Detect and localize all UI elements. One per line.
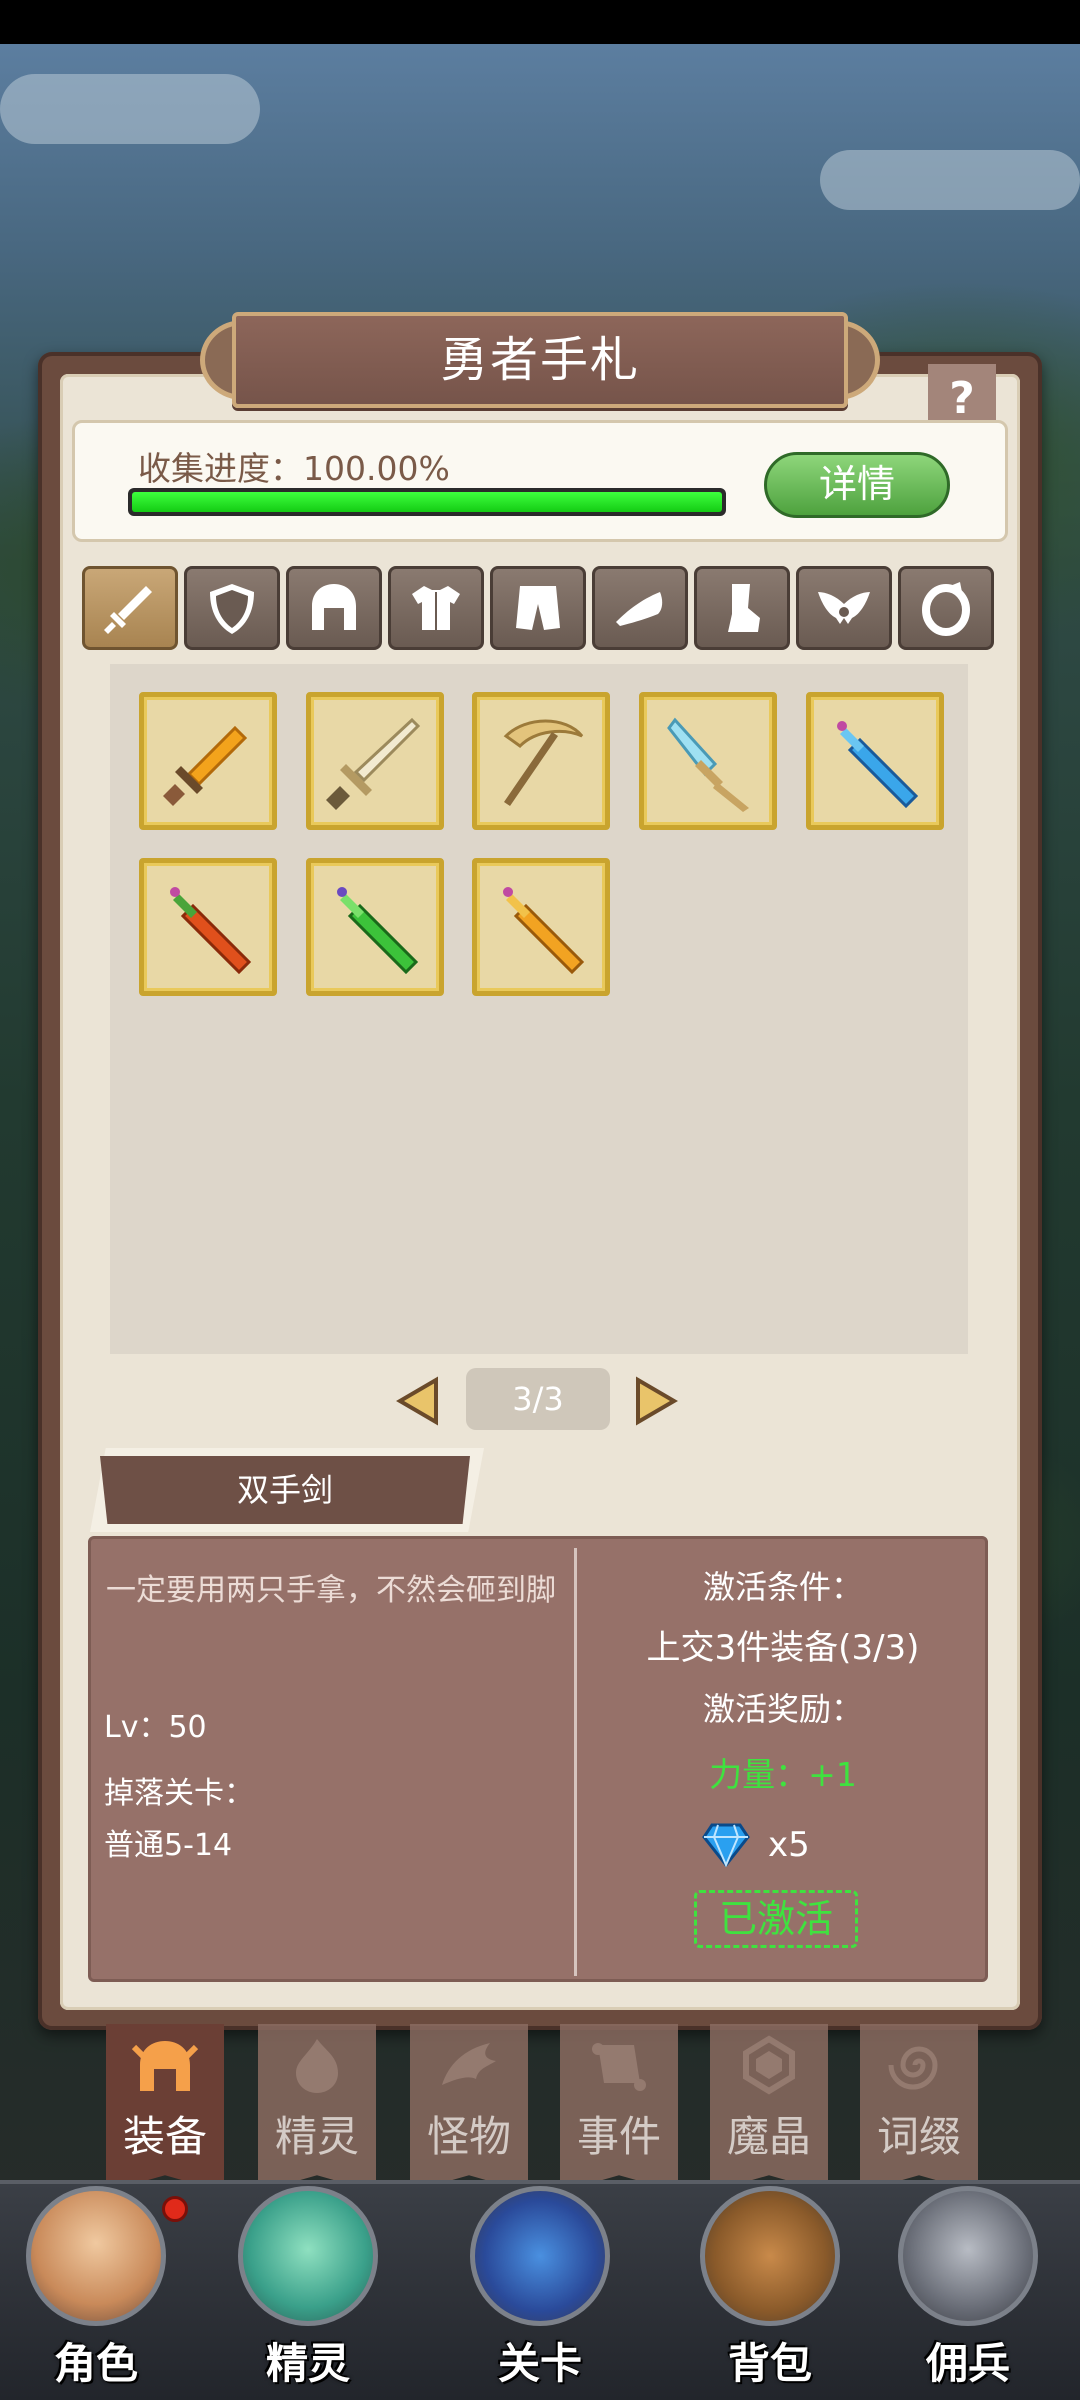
tab-event[interactable]: 事件 xyxy=(560,2024,678,2192)
progress-bar-fill xyxy=(132,492,722,512)
tab-label: 怪物 xyxy=(426,2112,511,2161)
tab-monster[interactable]: 怪物 xyxy=(410,2024,528,2192)
nav-label: 背包 xyxy=(727,2339,812,2388)
cloud xyxy=(820,150,1080,210)
golden-sword-icon xyxy=(163,725,248,806)
orange-crystal-sword-icon xyxy=(503,887,585,975)
tab-label: 词缀 xyxy=(876,2112,961,2161)
progress-bar xyxy=(128,488,726,516)
notification-badge xyxy=(162,2196,188,2222)
item-slot[interactable] xyxy=(306,858,444,996)
tab-wings[interactable] xyxy=(796,566,892,650)
wings-icon xyxy=(818,592,870,624)
helmet-icon xyxy=(312,584,356,630)
item-name: 双手剑 xyxy=(100,1456,470,1524)
tab-shoes[interactable] xyxy=(592,566,688,650)
tab-affix[interactable]: 词缀 xyxy=(860,2024,978,2192)
armor-icon xyxy=(412,586,460,630)
backpack-icon xyxy=(700,2186,840,2326)
swirl-icon xyxy=(888,2046,938,2090)
nav-spirit[interactable]: 精灵 xyxy=(218,2176,398,2396)
character-avatar-icon xyxy=(26,2186,166,2326)
item-slot[interactable] xyxy=(139,692,277,830)
tab-armor[interactable] xyxy=(388,566,484,650)
cloud xyxy=(0,74,260,144)
previous-page-arrow-icon[interactable] xyxy=(396,1376,440,1426)
pants-icon xyxy=(516,586,560,630)
activation-condition-label: 激活条件： xyxy=(702,1568,863,1606)
nav-character[interactable]: 角色 xyxy=(6,2176,186,2396)
page-title: 勇者手札 xyxy=(439,332,640,388)
flame-icon xyxy=(296,2039,338,2093)
gem-count: x5 xyxy=(768,1825,810,1865)
drop-stage-value: 普通5-14 xyxy=(104,1828,233,1863)
dragon-icon xyxy=(442,2043,496,2085)
item-slot[interactable] xyxy=(472,858,610,996)
tab-pants[interactable] xyxy=(490,566,586,650)
nav-label: 角色 xyxy=(53,2339,138,2388)
nav-mercenary[interactable]: 佣兵 xyxy=(878,2176,1058,2396)
item-slot[interactable] xyxy=(306,692,444,830)
red-crystal-sword-icon xyxy=(170,887,252,975)
nav-label: 佣兵 xyxy=(925,2339,1010,2388)
tab-spirit[interactable]: 精灵 xyxy=(258,2024,376,2192)
ring-icon xyxy=(922,582,970,636)
item-slot[interactable] xyxy=(139,858,277,996)
scroll-icon xyxy=(592,2043,646,2091)
sword-icon xyxy=(104,586,152,634)
diamond-icon xyxy=(702,1823,750,1867)
item-description: 一定要用两只手拿，不然会砸到脚 xyxy=(106,1573,556,1608)
scythe-icon xyxy=(503,719,584,806)
nav-stage[interactable]: 关卡 xyxy=(450,2176,630,2396)
slime-icon xyxy=(238,2186,378,2326)
nav-label: 精灵 xyxy=(265,2339,350,2388)
details-button[interactable]: 详情 xyxy=(764,452,950,518)
shoes-icon xyxy=(616,592,663,626)
tab-equipment[interactable]: 装备 xyxy=(106,2024,224,2192)
blue-crystal-sword-icon xyxy=(837,721,919,809)
tab-label: 装备 xyxy=(122,2112,207,2161)
progress-label: 收集进度：100.00% xyxy=(138,449,450,488)
question-icon: ? xyxy=(949,373,975,424)
activation-reward-label: 激活奖励： xyxy=(702,1690,863,1728)
stage-swords-icon xyxy=(470,2186,610,2326)
page-indicator: 3/3 xyxy=(466,1368,610,1430)
tab-sword[interactable] xyxy=(82,566,178,650)
boots-icon xyxy=(728,584,760,632)
detail-divider xyxy=(574,1548,577,1976)
silver-greatsword-icon xyxy=(326,717,421,810)
green-crystal-sword-icon xyxy=(337,887,419,975)
drop-stage-label: 掉落关卡： xyxy=(104,1776,254,1811)
tab-shield[interactable] xyxy=(184,566,280,650)
status-bar xyxy=(0,0,1080,44)
crystal-icon xyxy=(743,2035,795,2095)
nav-backpack[interactable]: 背包 xyxy=(680,2176,860,2396)
tab-label: 魔晶 xyxy=(726,2112,811,2161)
helmet-icon xyxy=(131,2041,199,2091)
activation-condition-text: 上交3件装备(3/3) xyxy=(646,1628,920,1668)
tab-helmet[interactable] xyxy=(286,566,382,650)
item-slot[interactable] xyxy=(806,692,944,830)
item-slot[interactable] xyxy=(472,692,610,830)
knight-helmet-icon xyxy=(898,2186,1038,2326)
nav-label: 关卡 xyxy=(497,2339,582,2388)
tab-label: 精灵 xyxy=(274,2112,359,2161)
tab-label: 事件 xyxy=(576,2112,661,2161)
gem-reward: x5 xyxy=(702,1820,810,1870)
item-level: Lv：50 xyxy=(104,1710,207,1745)
reward-stat: 力量：+1 xyxy=(709,1755,857,1794)
item-slot[interactable] xyxy=(639,692,777,830)
tab-crystal[interactable]: 魔晶 xyxy=(710,2024,828,2192)
ice-dagger-icon xyxy=(667,717,749,812)
tab-ring[interactable] xyxy=(898,566,994,650)
activated-status-badge: 已激活 xyxy=(694,1890,858,1948)
next-page-arrow-icon[interactable] xyxy=(634,1376,678,1426)
tab-boots[interactable] xyxy=(694,566,790,650)
shield-icon xyxy=(210,584,254,634)
